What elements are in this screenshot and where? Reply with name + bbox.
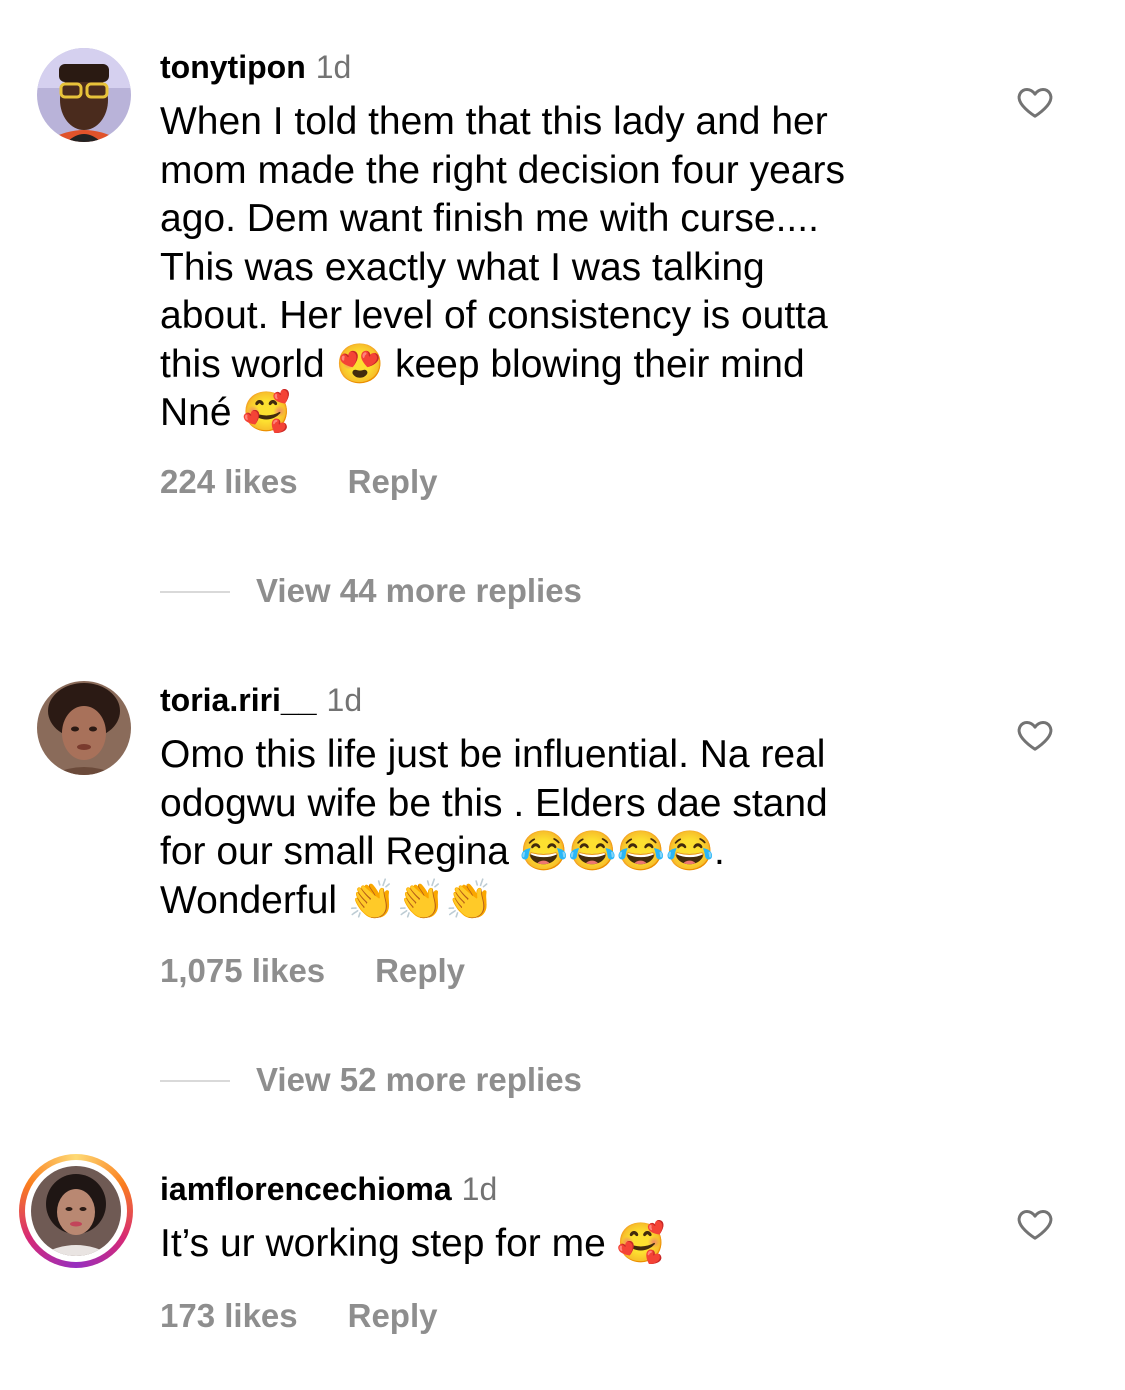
replies-divider	[160, 1080, 230, 1082]
reply-button[interactable]: Reply	[348, 1297, 438, 1334]
timestamp: 1d	[461, 1171, 498, 1207]
reply-button[interactable]: Reply	[348, 463, 438, 500]
username[interactable]: iamflorencechioma	[160, 1171, 452, 1207]
likes-count[interactable]: 224 likes	[160, 463, 298, 500]
timestamp: 1d	[315, 49, 352, 85]
heart-outline-icon[interactable]	[1015, 1204, 1055, 1244]
username[interactable]: tonytipon	[160, 49, 306, 85]
likes-count[interactable]: 173 likes	[160, 1297, 298, 1334]
comment-actions: 1,075 likes Reply	[160, 951, 465, 991]
avatar[interactable]	[37, 48, 131, 142]
heart-outline-icon[interactable]	[1015, 82, 1055, 122]
comment-meta: iamflorencechioma 1d	[160, 1170, 497, 1208]
comment-actions: 224 likes Reply	[160, 462, 438, 502]
replies-divider	[160, 591, 230, 593]
heart-outline-icon[interactable]	[1015, 715, 1055, 755]
view-replies-label: View 52 more replies	[256, 1061, 582, 1098]
username[interactable]: toria.riri__	[160, 682, 317, 718]
view-replies-label: View 44 more replies	[256, 572, 582, 609]
comment-text: Omo this life just be influential. Na re…	[160, 733, 828, 922]
reply-button[interactable]: Reply	[375, 952, 465, 989]
timestamp: 1d	[326, 682, 363, 718]
avatar-with-story-ring[interactable]	[19, 1154, 133, 1268]
comment-actions: 173 likes Reply	[160, 1296, 438, 1336]
comment-meta: toria.riri__ 1d	[160, 681, 362, 719]
view-more-replies-button[interactable]: View 44 more replies	[160, 571, 860, 611]
comment-meta: tonytipon 1d	[160, 48, 351, 86]
comment-text: When I told them that this lady and her …	[160, 100, 845, 434]
likes-count[interactable]: 1,075 likes	[160, 952, 325, 989]
view-more-replies-button[interactable]: View 52 more replies	[160, 1060, 860, 1100]
avatar[interactable]	[37, 681, 131, 775]
avatar	[31, 1166, 121, 1256]
comment-text: It’s ur working step for me 🥰	[160, 1222, 666, 1265]
